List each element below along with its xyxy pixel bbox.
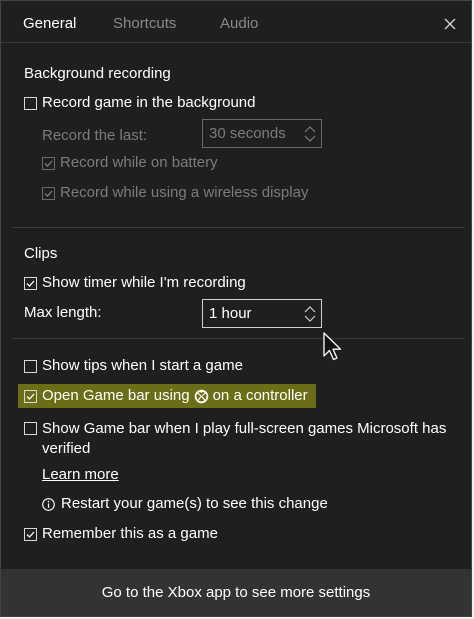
clips-title: Clips (24, 245, 58, 262)
footer-label: Go to the Xbox app to see more settings (101, 584, 371, 601)
game-bar-settings-window: General Shortcuts Audio Background recor… (0, 0, 472, 617)
record-in-background-row[interactable]: Record game in the background (24, 94, 255, 112)
restart-note-row: Restart your game(s) to see this change (42, 495, 328, 513)
close-icon (444, 18, 456, 30)
show-tips-row[interactable]: Show tips when I start a game (24, 357, 243, 375)
checkmark-icon (26, 280, 35, 287)
checkmark-icon (26, 393, 35, 400)
record-wireless-display-checkbox (42, 186, 55, 200)
max-length-value: 1 hour (209, 305, 252, 322)
record-wireless-display-row: Record while using a wireless display (42, 184, 308, 202)
tab-audio[interactable]: Audio (220, 15, 258, 33)
section-divider-1 (12, 227, 465, 228)
tab-shortcuts[interactable]: Shortcuts (113, 15, 176, 33)
header-divider (1, 42, 471, 43)
tab-general[interactable]: General (23, 15, 76, 33)
checkmark-icon (44, 160, 53, 167)
remember-game-row[interactable]: Remember this as a game (24, 525, 218, 543)
max-length-select[interactable]: 1 hour (202, 299, 322, 328)
record-the-last-select[interactable]: 30 seconds (202, 119, 322, 148)
show-fullscreen-label: Show Game bar when I play full-screen ga… (42, 420, 447, 457)
xbox-app-footer-button[interactable]: Go to the Xbox app to see more settings (1, 569, 471, 616)
record-on-battery-label: Record while on battery (60, 154, 218, 171)
info-icon (42, 497, 55, 511)
close-button[interactable] (439, 13, 461, 35)
checkmark-icon (26, 531, 35, 538)
background-recording-title: Background recording (24, 65, 171, 82)
checkmark-icon (44, 190, 53, 197)
remember-game-checkbox[interactable] (24, 527, 37, 541)
record-wireless-display-label: Record while using a wireless display (60, 184, 309, 201)
section-divider-2 (12, 338, 465, 339)
show-tips-checkbox[interactable] (24, 359, 37, 373)
record-the-last-value: 30 seconds (209, 125, 286, 142)
open-game-bar-checkbox[interactable] (24, 389, 37, 403)
show-timer-checkbox[interactable] (24, 276, 37, 290)
remember-game-label: Remember this as a game (42, 525, 218, 542)
restart-note-text: Restart your game(s) to see this change (61, 495, 328, 512)
record-on-battery-checkbox (42, 156, 55, 170)
open-game-bar-label-before: Open Game bar using (42, 387, 190, 404)
show-fullscreen-checkbox[interactable] (24, 422, 37, 435)
mouse-pointer-icon (323, 332, 342, 361)
record-on-battery-row: Record while on battery (42, 154, 218, 172)
learn-more-link[interactable]: Learn more (42, 466, 119, 484)
record-in-background-label: Record game in the background (42, 94, 256, 111)
open-game-bar-row[interactable]: Open Game bar using on a controller (24, 387, 308, 405)
show-tips-label: Show tips when I start a game (42, 357, 243, 374)
xbox-icon (194, 389, 208, 403)
spinner-arrows-icon (304, 126, 316, 142)
spinner-arrows-icon (304, 306, 316, 322)
record-in-background-checkbox[interactable] (24, 96, 37, 110)
show-timer-label: Show timer while I'm recording (42, 274, 246, 291)
show-timer-row[interactable]: Show timer while I'm recording (24, 274, 246, 292)
max-length-label: Max length: (24, 304, 102, 321)
show-fullscreen-row[interactable]: Show Game bar when I play full-screen ga… (24, 419, 457, 459)
record-the-last-label: Record the last: (42, 127, 148, 144)
open-game-bar-label-after: on a controller (212, 387, 308, 404)
